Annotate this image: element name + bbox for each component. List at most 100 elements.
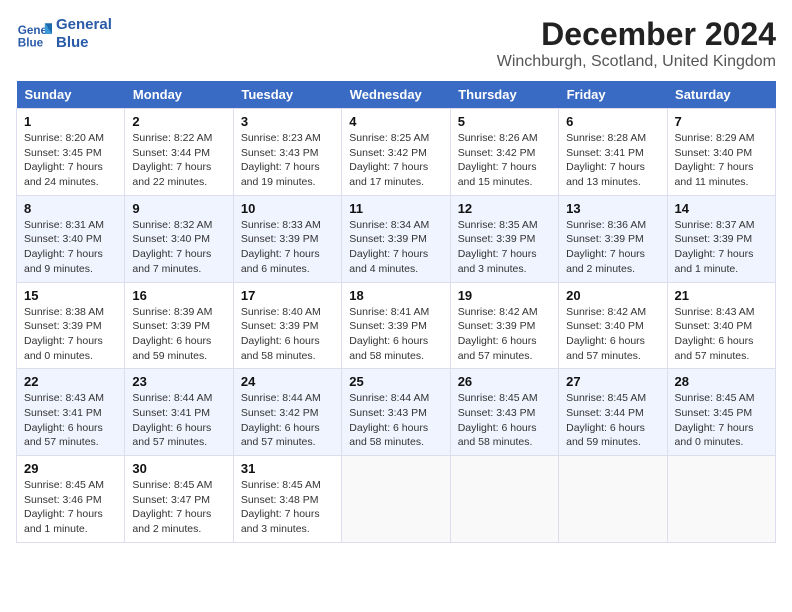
sunrise-label: Sunrise: — [241, 219, 282, 231]
sunset-label: Sunset: — [24, 407, 63, 419]
day-info: Sunrise: 8:28 AM Sunset: 3:41 PM Dayligh… — [566, 131, 659, 190]
daylight-label: Daylight: — [349, 248, 393, 260]
sunset-label: Sunset: — [349, 407, 388, 419]
sunrise-label: Sunrise: — [132, 479, 173, 491]
calendar-cell: 31 Sunrise: 8:45 AM Sunset: 3:48 PM Dayl… — [233, 456, 341, 543]
weekday-header-wednesday: Wednesday — [342, 81, 450, 109]
sunrise-time: 8:34 AM — [391, 219, 430, 231]
sunrise-time: 8:45 AM — [499, 392, 538, 404]
day-info: Sunrise: 8:22 AM Sunset: 3:44 PM Dayligh… — [132, 131, 225, 190]
sunrise-time: 8:22 AM — [174, 132, 213, 144]
day-number: 24 — [241, 374, 334, 389]
day-number: 5 — [458, 114, 551, 129]
day-number: 1 — [24, 114, 117, 129]
sunset-label: Sunset: — [24, 494, 63, 506]
weekday-header-saturday: Saturday — [667, 81, 775, 109]
sunrise-time: 8:31 AM — [65, 219, 104, 231]
daylight-label: Daylight: — [241, 508, 285, 520]
sunset-label: Sunset: — [458, 320, 497, 332]
day-number: 9 — [132, 201, 225, 216]
calendar-cell: 8 Sunrise: 8:31 AM Sunset: 3:40 PM Dayli… — [17, 195, 125, 282]
sunset-label: Sunset: — [241, 320, 280, 332]
sunset-time: 3:45 PM — [713, 407, 752, 419]
calendar-table: SundayMondayTuesdayWednesdayThursdayFrid… — [16, 81, 776, 543]
sunset-time: 3:39 PM — [279, 320, 318, 332]
sunset-time: 3:39 PM — [171, 320, 210, 332]
day-number: 10 — [241, 201, 334, 216]
day-number: 21 — [675, 288, 768, 303]
day-number: 7 — [675, 114, 768, 129]
daylight-label: Daylight: — [132, 335, 176, 347]
sunrise-label: Sunrise: — [675, 219, 716, 231]
sunrise-time: 8:37 AM — [716, 219, 755, 231]
calendar-cell: 30 Sunrise: 8:45 AM Sunset: 3:47 PM Dayl… — [125, 456, 233, 543]
daylight-label: Daylight: — [458, 161, 502, 173]
sunrise-label: Sunrise: — [458, 132, 499, 144]
sunrise-time: 8:20 AM — [65, 132, 104, 144]
day-info: Sunrise: 8:44 AM Sunset: 3:43 PM Dayligh… — [349, 391, 442, 450]
sunrise-label: Sunrise: — [349, 219, 390, 231]
logo: General Blue General Blue — [16, 16, 112, 52]
sunset-label: Sunset: — [675, 407, 714, 419]
daylight-label: Daylight: — [349, 422, 393, 434]
calendar-cell: 13 Sunrise: 8:36 AM Sunset: 3:39 PM Dayl… — [559, 195, 667, 282]
day-info: Sunrise: 8:38 AM Sunset: 3:39 PM Dayligh… — [24, 305, 117, 364]
daylight-label: Daylight: — [566, 422, 610, 434]
calendar-cell: 20 Sunrise: 8:42 AM Sunset: 3:40 PM Dayl… — [559, 282, 667, 369]
daylight-label: Daylight: — [458, 335, 502, 347]
sunset-label: Sunset: — [349, 233, 388, 245]
day-info: Sunrise: 8:45 AM Sunset: 3:43 PM Dayligh… — [458, 391, 551, 450]
day-info: Sunrise: 8:43 AM Sunset: 3:40 PM Dayligh… — [675, 305, 768, 364]
sunset-label: Sunset: — [349, 147, 388, 159]
calendar-cell — [667, 456, 775, 543]
daylight-label: Daylight: — [566, 335, 610, 347]
day-info: Sunrise: 8:45 AM Sunset: 3:47 PM Dayligh… — [132, 478, 225, 537]
day-number: 15 — [24, 288, 117, 303]
sunrise-time: 8:28 AM — [608, 132, 647, 144]
calendar-cell: 25 Sunrise: 8:44 AM Sunset: 3:43 PM Dayl… — [342, 369, 450, 456]
logo-icon: General Blue — [16, 16, 52, 52]
sunrise-time: 8:45 AM — [608, 392, 647, 404]
calendar-cell: 5 Sunrise: 8:26 AM Sunset: 3:42 PM Dayli… — [450, 109, 558, 196]
day-number: 18 — [349, 288, 442, 303]
sunset-label: Sunset: — [566, 233, 605, 245]
sunset-label: Sunset: — [675, 320, 714, 332]
sunrise-time: 8:44 AM — [391, 392, 430, 404]
daylight-label: Daylight: — [132, 248, 176, 260]
sunset-label: Sunset: — [675, 233, 714, 245]
sunset-time: 3:41 PM — [605, 147, 644, 159]
sunrise-label: Sunrise: — [349, 392, 390, 404]
sunset-label: Sunset: — [241, 147, 280, 159]
calendar-cell: 21 Sunrise: 8:43 AM Sunset: 3:40 PM Dayl… — [667, 282, 775, 369]
sunset-label: Sunset: — [566, 407, 605, 419]
sunset-label: Sunset: — [458, 147, 497, 159]
day-number: 13 — [566, 201, 659, 216]
sunrise-label: Sunrise: — [132, 306, 173, 318]
day-info: Sunrise: 8:43 AM Sunset: 3:41 PM Dayligh… — [24, 391, 117, 450]
calendar-cell: 15 Sunrise: 8:38 AM Sunset: 3:39 PM Dayl… — [17, 282, 125, 369]
sunrise-time: 8:38 AM — [65, 306, 104, 318]
weekday-header-monday: Monday — [125, 81, 233, 109]
sunrise-label: Sunrise: — [566, 392, 607, 404]
sunset-time: 3:40 PM — [713, 147, 752, 159]
sunset-time: 3:42 PM — [388, 147, 427, 159]
sunrise-label: Sunrise: — [241, 479, 282, 491]
daylight-label: Daylight: — [566, 161, 610, 173]
sunset-label: Sunset: — [241, 494, 280, 506]
day-info: Sunrise: 8:42 AM Sunset: 3:39 PM Dayligh… — [458, 305, 551, 364]
sunrise-label: Sunrise: — [241, 132, 282, 144]
daylight-label: Daylight: — [675, 422, 719, 434]
daylight-label: Daylight: — [675, 335, 719, 347]
day-number: 25 — [349, 374, 442, 389]
calendar-cell: 4 Sunrise: 8:25 AM Sunset: 3:42 PM Dayli… — [342, 109, 450, 196]
day-info: Sunrise: 8:34 AM Sunset: 3:39 PM Dayligh… — [349, 218, 442, 277]
day-number: 20 — [566, 288, 659, 303]
calendar-cell: 6 Sunrise: 8:28 AM Sunset: 3:41 PM Dayli… — [559, 109, 667, 196]
sunrise-time: 8:40 AM — [282, 306, 321, 318]
sunrise-time: 8:45 AM — [65, 479, 104, 491]
logo-text-line2: Blue — [56, 34, 112, 52]
sunrise-label: Sunrise: — [241, 306, 282, 318]
day-number: 28 — [675, 374, 768, 389]
day-info: Sunrise: 8:35 AM Sunset: 3:39 PM Dayligh… — [458, 218, 551, 277]
sunset-time: 3:39 PM — [388, 233, 427, 245]
